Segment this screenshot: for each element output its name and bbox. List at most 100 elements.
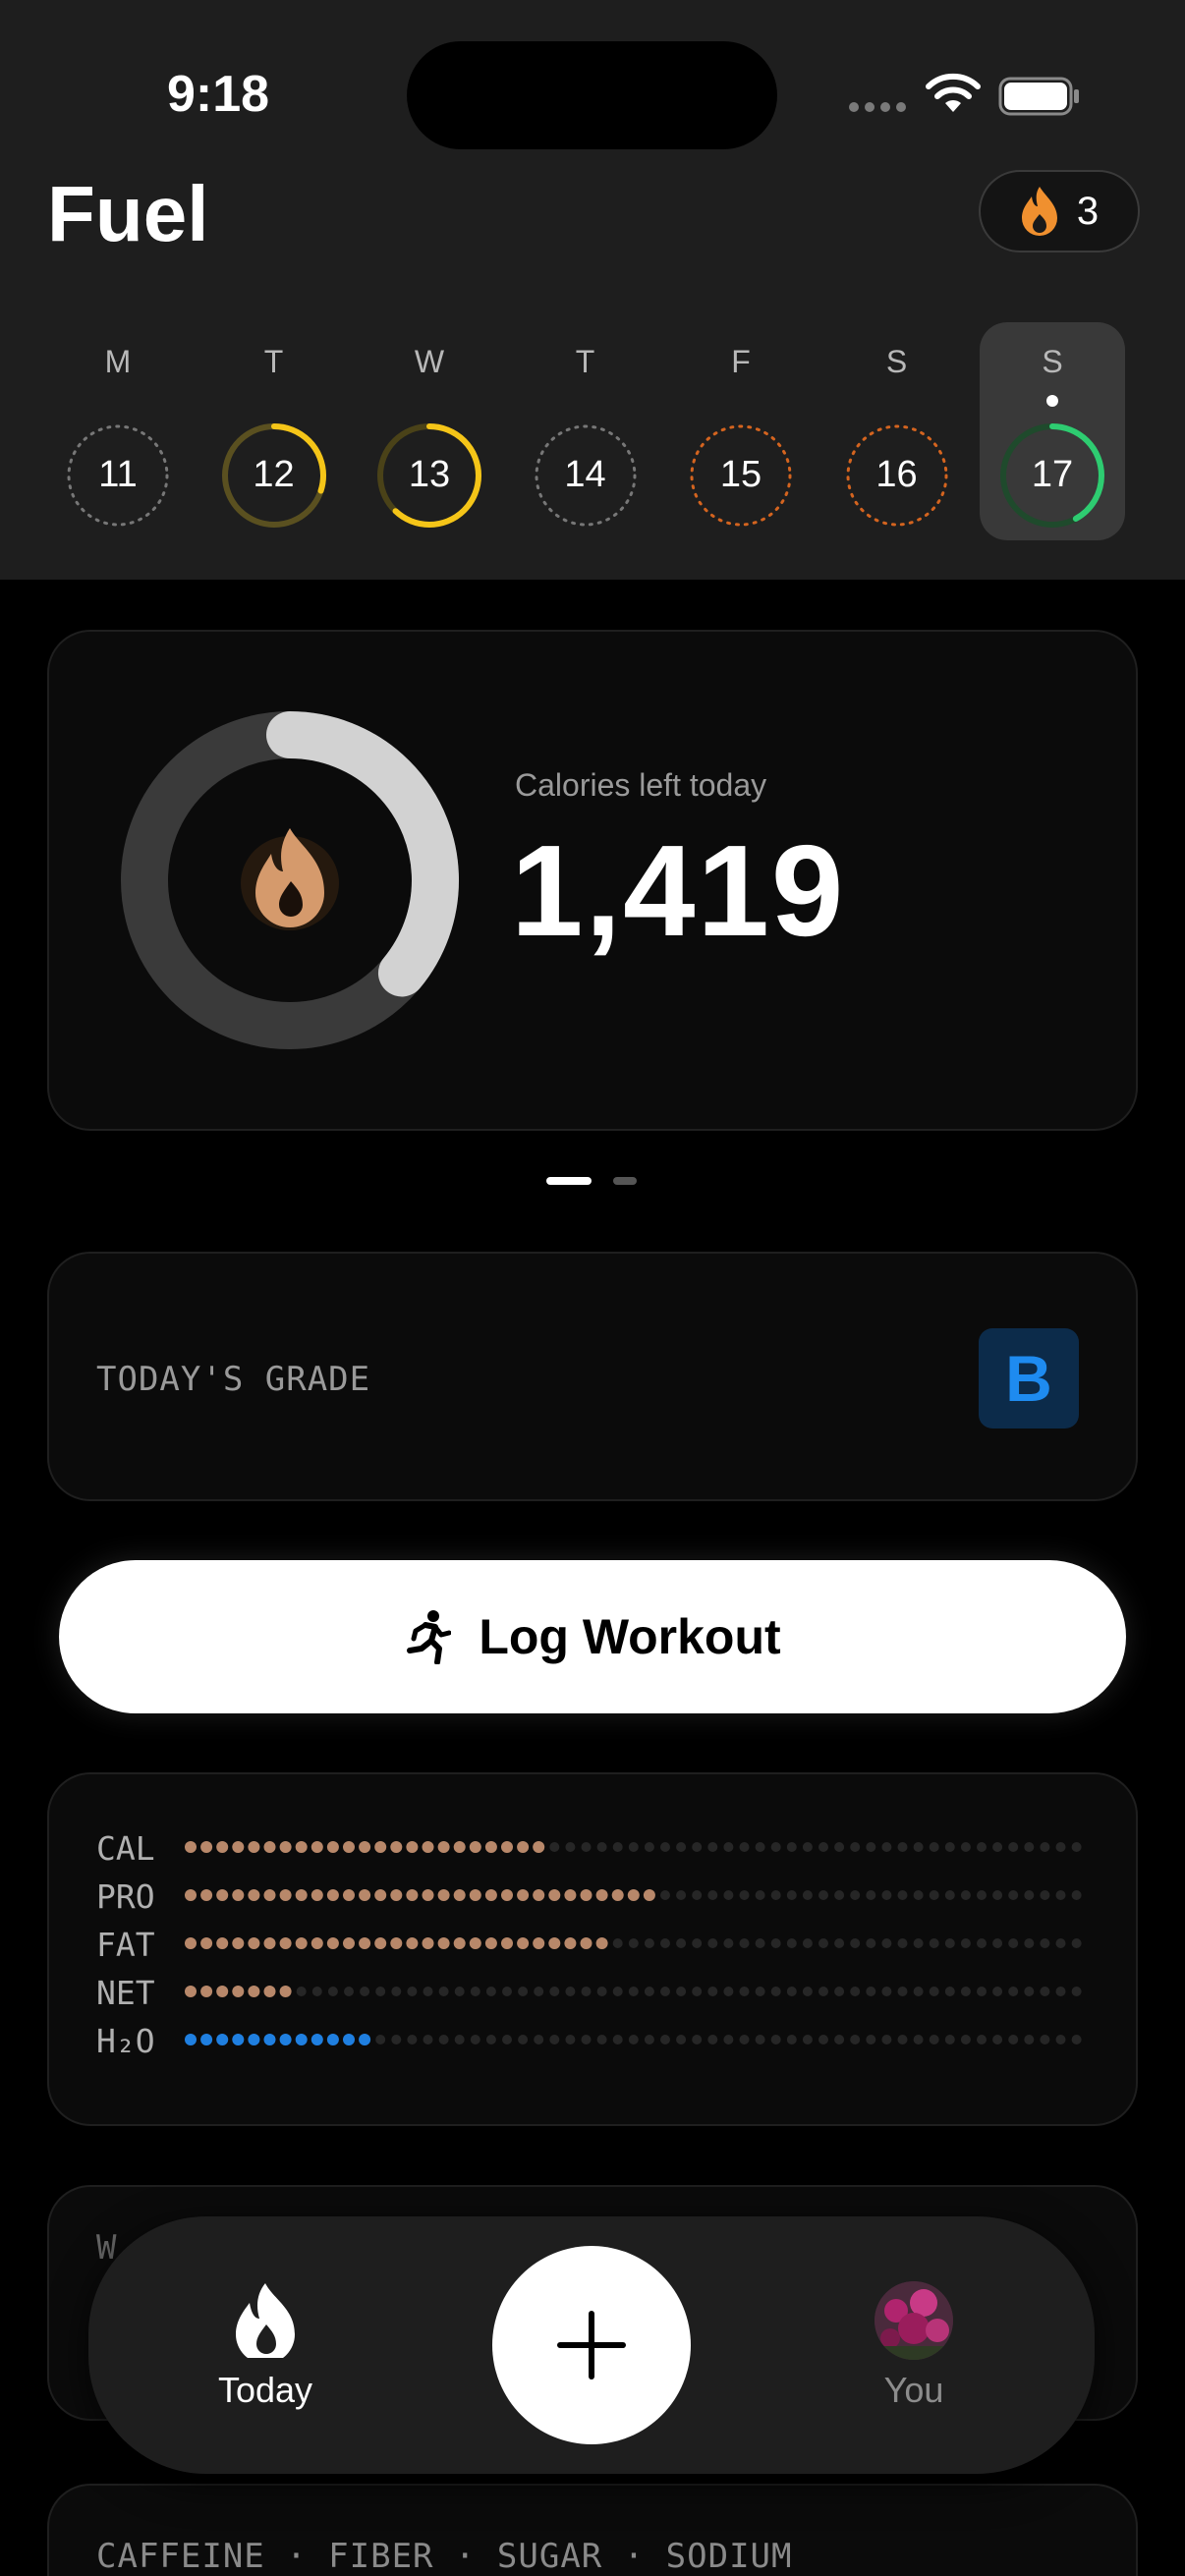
- macro-dot-empty: [1008, 1938, 1019, 1948]
- macro-dot-filled: [263, 2034, 276, 2045]
- macro-dot-empty: [960, 1842, 971, 1852]
- today-dot: [1046, 395, 1058, 407]
- macro-dot-empty: [866, 2035, 876, 2044]
- macro-dot-filled: [390, 1841, 403, 1853]
- macro-dot-empty: [850, 1938, 861, 1948]
- macro-dot-filled: [343, 2034, 355, 2045]
- macro-dot-filled: [501, 1841, 513, 1853]
- cellular-signal-icon: [849, 102, 906, 112]
- micronutrients-card[interactable]: CAFFEINE · FIBER · SUGAR · SODIUM: [47, 2484, 1138, 2576]
- status-time: 9:18: [167, 66, 270, 123]
- macro-dot-filled: [501, 1889, 513, 1901]
- macro-dot-empty: [929, 1938, 939, 1948]
- day-14[interactable]: T 14: [513, 322, 658, 540]
- macro-dot-empty: [786, 1842, 797, 1852]
- day-12[interactable]: T 12: [201, 322, 347, 540]
- macro-dot-filled: [390, 1889, 403, 1901]
- macro-dot-filled: [374, 1841, 387, 1853]
- macro-dot-empty: [707, 2035, 718, 2044]
- macro-dot-filled: [469, 1841, 481, 1853]
- day-11[interactable]: M 11: [45, 322, 191, 540]
- page-indicator[interactable]: [546, 1177, 637, 1185]
- day-15[interactable]: F 15: [668, 322, 814, 540]
- macro-dot-empty: [628, 2035, 639, 2044]
- macro-dot-empty: [929, 1987, 939, 1996]
- macro-dot-filled: [374, 1889, 387, 1901]
- macro-dot-empty: [596, 1842, 607, 1852]
- macro-dot-filled: [185, 2034, 197, 2045]
- macro-dot-filled: [216, 1889, 229, 1901]
- macro-dot-empty: [1055, 1938, 1066, 1948]
- macro-dot-empty: [1040, 2035, 1050, 2044]
- macro-dot-filled: [533, 1937, 545, 1949]
- macro-dot-empty: [296, 1987, 307, 1996]
- macro-label: FAT: [96, 1926, 155, 1964]
- streak-badge[interactable]: 3: [979, 170, 1140, 252]
- macro-dot-filled: [359, 1937, 371, 1949]
- calories-card[interactable]: Calories left today 1,419: [47, 630, 1138, 1131]
- macro-dot-filled: [248, 1841, 260, 1853]
- day-17[interactable]: S 17: [980, 322, 1125, 540]
- macro-dot-empty: [1071, 1938, 1082, 1948]
- add-button[interactable]: [492, 2246, 691, 2444]
- page-dot-active[interactable]: [546, 1177, 592, 1185]
- page-dot[interactable]: [613, 1177, 637, 1185]
- macro-dot-filled: [406, 1841, 419, 1853]
- macro-dot-empty: [818, 1890, 828, 1900]
- macro-dot-filled: [279, 1889, 292, 1901]
- macro-dot-empty: [612, 2035, 623, 2044]
- macro-dot-empty: [1071, 1987, 1082, 1996]
- macro-dot-filled: [232, 1889, 245, 1901]
- macro-dot-empty: [707, 1938, 718, 1948]
- macro-dot-empty: [723, 1890, 734, 1900]
- grade-card[interactable]: TODAY'S GRADE B: [47, 1252, 1138, 1501]
- macro-dot-filled: [343, 1937, 355, 1949]
- macros-card[interactable]: CAL PRO FAT NET H₂O: [47, 1772, 1138, 2126]
- macro-dot-filled: [279, 2034, 292, 2045]
- macro-dot-empty: [992, 1938, 1003, 1948]
- macro-dot-empty: [739, 1890, 750, 1900]
- tab-you[interactable]: You: [855, 2281, 973, 2419]
- macro-dot-empty: [612, 1842, 623, 1852]
- macro-dot-empty: [438, 1987, 449, 1996]
- macro-dot-empty: [644, 1842, 654, 1852]
- macro-dot-bar: [185, 1841, 1082, 1853]
- macro-dot-filled: [295, 1937, 308, 1949]
- macro-dot-empty: [929, 1890, 939, 1900]
- macro-dot-filled: [517, 1937, 530, 1949]
- macro-dot-filled: [216, 2034, 229, 2045]
- macro-dot-empty: [755, 1938, 765, 1948]
- macro-dot-filled: [517, 1889, 530, 1901]
- macro-dot-empty: [755, 1987, 765, 1996]
- macro-dot-empty: [660, 1938, 670, 1948]
- macro-dot-filled: [248, 1889, 260, 1901]
- macro-dot-empty: [850, 2035, 861, 2044]
- macro-dot-filled: [200, 1986, 213, 1997]
- macro-dot-empty: [1024, 1987, 1035, 1996]
- macro-dot-empty: [407, 2035, 418, 2044]
- macro-dot-empty: [1071, 2035, 1082, 2044]
- macro-dot-filled: [326, 1841, 339, 1853]
- macro-dot-empty: [1055, 1890, 1066, 1900]
- macro-dot-empty: [960, 1938, 971, 1948]
- battery-icon: [998, 77, 1079, 116]
- tab-today[interactable]: Today: [177, 2281, 354, 2419]
- macro-dot-filled: [200, 1937, 213, 1949]
- grade-label: TODAY'S GRADE: [96, 1360, 371, 1399]
- macro-dot-filled: [359, 2034, 371, 2045]
- day-13[interactable]: W 13: [357, 322, 502, 540]
- macro-row-4: H₂O: [96, 2022, 1099, 2061]
- day-number: 17: [1031, 454, 1074, 495]
- log-workout-button[interactable]: Log Workout: [59, 1560, 1126, 1713]
- day-16[interactable]: S 16: [824, 322, 970, 540]
- macro-dot-empty: [960, 1987, 971, 1996]
- macro-dot-filled: [422, 1841, 434, 1853]
- macro-dot-filled: [185, 1986, 197, 1997]
- day-letter: T: [575, 344, 595, 379]
- macro-dot-filled: [374, 1937, 387, 1949]
- macro-dot-empty: [739, 1987, 750, 1996]
- macro-dot-empty: [802, 1890, 813, 1900]
- macro-dot-filled: [310, 2034, 323, 2045]
- macro-dot-filled: [484, 1889, 497, 1901]
- macro-dot-empty: [881, 1938, 892, 1948]
